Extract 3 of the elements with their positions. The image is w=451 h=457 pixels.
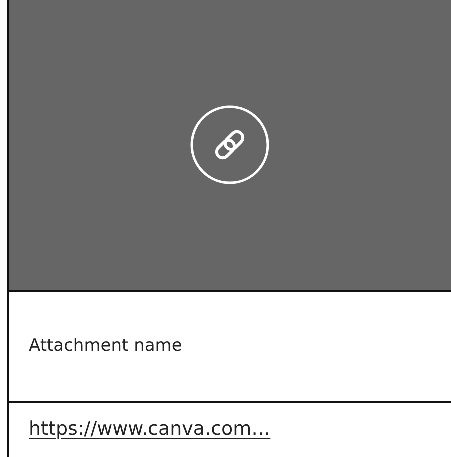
url-link[interactable]: https://www.canva.com… [29,418,271,440]
attachment-name: Attachment name [29,334,182,358]
link-icon [190,105,270,185]
